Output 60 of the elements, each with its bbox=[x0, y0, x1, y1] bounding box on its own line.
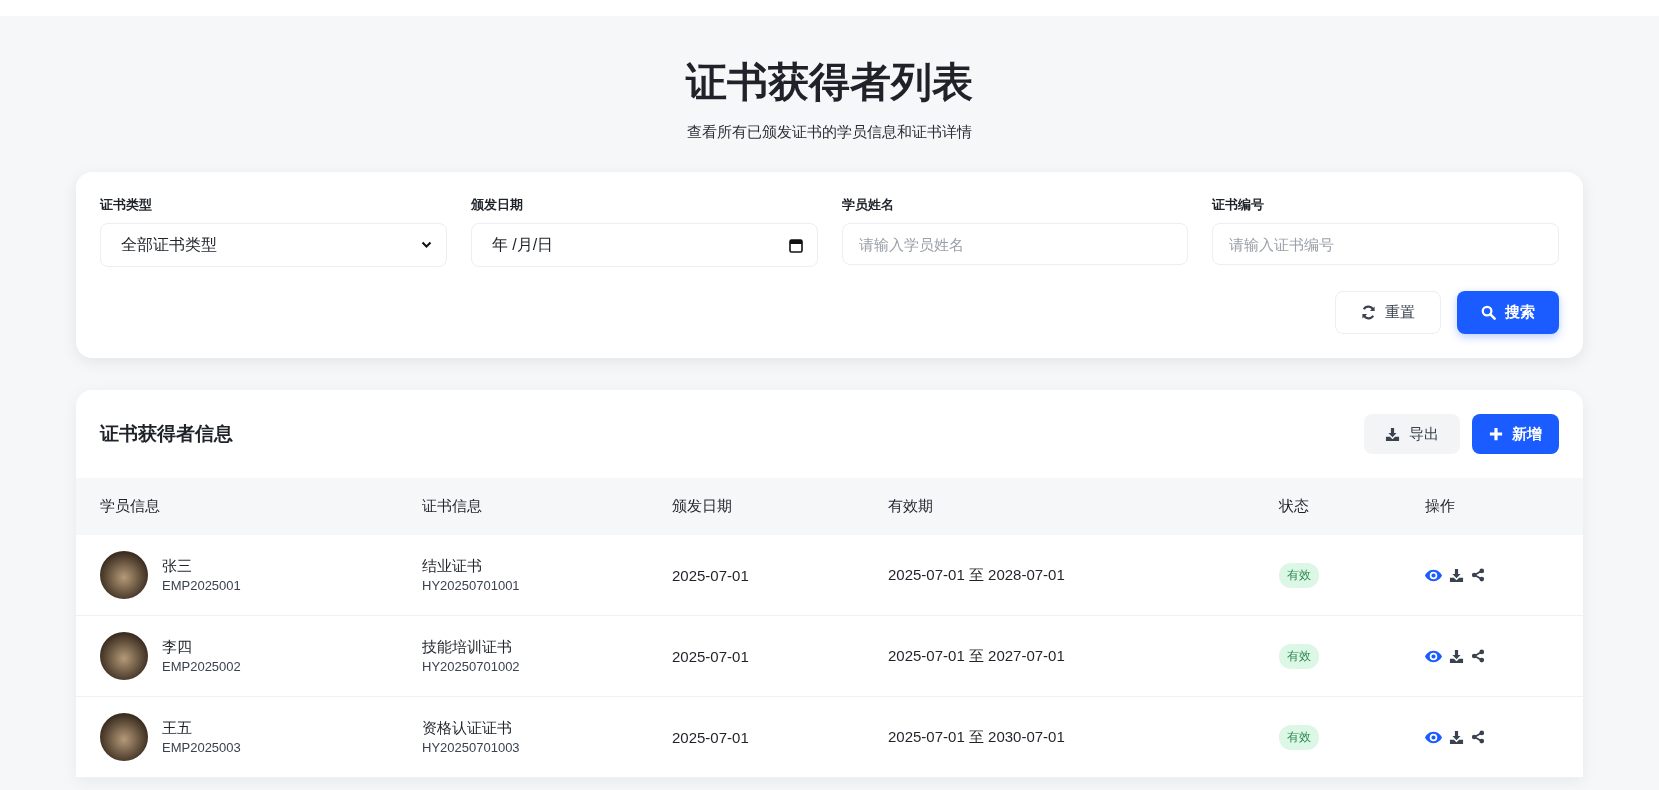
download-icon[interactable] bbox=[1449, 729, 1464, 745]
photo-placeholder bbox=[100, 632, 148, 681]
status-badge: 有效 bbox=[1279, 562, 1319, 588]
page-subtitle: 查看所有已颁发证书的学员信息和证书详情 bbox=[687, 123, 972, 143]
photo-placeholder bbox=[100, 713, 148, 762]
column-header: 学员信息 bbox=[100, 497, 161, 517]
search-button[interactable]: 搜索 bbox=[1457, 291, 1559, 335]
plus-icon bbox=[1489, 427, 1503, 442]
certificate-name: 资格认证证书 bbox=[422, 718, 513, 739]
table-cell-text: 2025-07-01 bbox=[672, 728, 750, 746]
student-name: 王五 bbox=[162, 718, 193, 739]
student-name: 李四 bbox=[162, 637, 193, 658]
column-header: 证书信息 bbox=[422, 497, 483, 517]
table-cell-text: 2025-07-01 bbox=[672, 566, 750, 584]
chevron-down-icon[interactable] bbox=[420, 241, 432, 250]
download-icon[interactable] bbox=[1449, 648, 1464, 664]
input-field[interactable]: 请输入证书编号 bbox=[1212, 223, 1559, 266]
student-name: 张三 bbox=[162, 556, 193, 577]
field-label: 颁发日期 bbox=[470, 196, 524, 215]
add-button[interactable]: 新增 bbox=[1472, 414, 1559, 455]
field-label: 证书类型 bbox=[100, 196, 153, 215]
eye-icon[interactable] bbox=[1425, 730, 1442, 744]
search-icon bbox=[1481, 305, 1496, 321]
date-field[interactable]: 年 /月/日 bbox=[470, 223, 818, 268]
section-title: 证书获得者信息 bbox=[100, 422, 233, 447]
share-icon[interactable] bbox=[1471, 649, 1485, 664]
status-badge: 有效 bbox=[1279, 724, 1319, 750]
certificate-number: HY20250701001 bbox=[422, 576, 521, 595]
certificate-name: 技能培训证书 bbox=[422, 637, 513, 658]
refresh-icon bbox=[1361, 305, 1376, 321]
table-cell-text: 2025-07-01 至 2028-07-01 bbox=[888, 565, 1066, 585]
eye-icon[interactable] bbox=[1425, 568, 1442, 582]
share-icon[interactable] bbox=[1471, 730, 1485, 745]
calendar-icon[interactable] bbox=[788, 237, 803, 253]
employee-id: EMP2025003 bbox=[162, 738, 241, 757]
download-icon[interactable] bbox=[1449, 567, 1464, 583]
photo-placeholder bbox=[100, 551, 148, 600]
certificate-type-select[interactable]: 全部证书类型 bbox=[100, 223, 447, 268]
certificate-number: HY20250701003 bbox=[422, 738, 521, 757]
status-badge: 有效 bbox=[1279, 643, 1319, 669]
eye-icon[interactable] bbox=[1425, 649, 1442, 663]
certificate-number: HY20250701002 bbox=[422, 657, 521, 676]
download-icon bbox=[1385, 426, 1400, 442]
field-label: 证书编号 bbox=[1212, 196, 1266, 215]
field-label: 学员姓名 bbox=[841, 196, 895, 215]
input-field[interactable]: 请输入学员姓名 bbox=[841, 223, 1189, 266]
certificate-name: 结业证书 bbox=[422, 556, 483, 577]
column-header: 操作 bbox=[1425, 497, 1456, 517]
column-header: 有效期 bbox=[888, 497, 934, 517]
table-cell-text: 2025-07-01 bbox=[672, 647, 750, 665]
table-cell-text: 2025-07-01 至 2027-07-01 bbox=[888, 646, 1066, 666]
column-header: 颁发日期 bbox=[672, 497, 733, 517]
reset-button[interactable]: 重置 bbox=[1335, 291, 1441, 335]
column-header: 状态 bbox=[1279, 497, 1310, 517]
share-icon[interactable] bbox=[1471, 568, 1485, 583]
employee-id: EMP2025002 bbox=[162, 657, 241, 676]
table-cell-text: 2025-07-01 至 2030-07-01 bbox=[888, 727, 1066, 747]
page-title: 证书获得者列表 bbox=[686, 58, 973, 107]
employee-id: EMP2025001 bbox=[162, 576, 241, 595]
export-button[interactable]: 导出 bbox=[1364, 414, 1460, 455]
